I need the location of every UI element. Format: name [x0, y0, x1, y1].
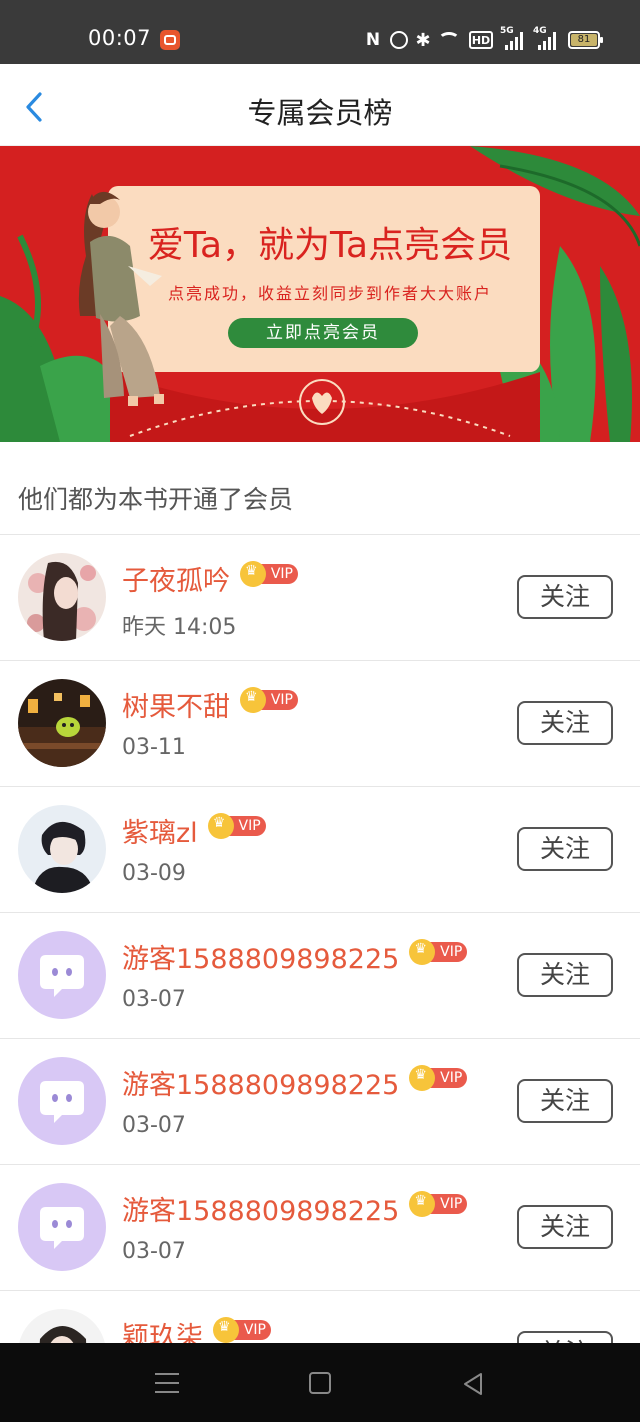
avatar[interactable]: [18, 1309, 106, 1343]
title-bar: 专属会员榜: [0, 64, 640, 146]
member-row[interactable]: 紫璃zl VIP 03-09 关注: [0, 787, 640, 913]
member-name[interactable]: 游客1588809898225 VIP: [122, 1063, 468, 1102]
follow-button[interactable]: 关注: [517, 575, 613, 619]
battery-level: 81: [571, 34, 597, 46]
crown-icon: [240, 686, 266, 713]
member-date: 昨天 14:05: [122, 615, 237, 640]
promo-banner[interactable]: 爱Ta，就为Ta点亮会员 点亮成功，收益立刻同步到作者大大账户 立即点亮会员: [0, 146, 640, 442]
vip-badge: VIP: [240, 560, 298, 587]
status-bar: 00:07 N ✱ HD 5G 4G 81: [0, 0, 640, 64]
follow-button[interactable]: 关注: [517, 953, 613, 997]
hd-icon: HD: [469, 31, 493, 49]
vip-badge: VIP: [213, 1316, 271, 1343]
default-chat-avatar-icon: [18, 931, 106, 1019]
member-date: 03-09: [122, 861, 186, 886]
activate-membership-button[interactable]: 立即点亮会员: [228, 318, 418, 348]
menu-icon[interactable]: [155, 1373, 179, 1393]
wifi-icon: [438, 32, 460, 48]
member-row[interactable]: 游客1588809898225 VIP 03-07 关注: [0, 913, 640, 1039]
signal-5g-icon: 5G: [500, 26, 526, 50]
girl-portrait-avatar-image: [18, 1309, 106, 1343]
member-date: 03-07: [122, 987, 186, 1012]
back-triangle-icon[interactable]: [461, 1371, 485, 1397]
avatar[interactable]: [18, 1183, 106, 1271]
member-date: 03-07: [122, 1239, 186, 1264]
member-date: 03-11: [122, 735, 186, 760]
member-row[interactable]: 游客1588809898225 VIP 03-07 关注: [0, 1165, 640, 1291]
avatar[interactable]: [18, 679, 106, 767]
vip-badge: VIP: [409, 938, 468, 965]
avatar[interactable]: [18, 805, 106, 893]
member-name[interactable]: 颖玖柒 VIP: [122, 1315, 271, 1343]
crown-icon: [409, 1064, 436, 1091]
crown-icon: [207, 812, 234, 839]
section-title: 他们都为本书开通了会员: [18, 485, 294, 514]
member-list[interactable]: 子夜孤吟 VIP 昨天 14:05 关注 树果不甜 VIP: [0, 535, 640, 1343]
crown-icon: [240, 560, 266, 587]
default-chat-avatar-icon: [18, 1183, 106, 1271]
vip-badge: VIP: [207, 812, 266, 839]
home-icon[interactable]: [309, 1372, 331, 1394]
flower-portrait-avatar-image: [18, 553, 106, 641]
follow-button[interactable]: 关注: [517, 1331, 613, 1343]
follow-button[interactable]: 关注: [517, 701, 613, 745]
night-scene-avatar-image: [18, 679, 106, 767]
member-name[interactable]: 树果不甜 VIP: [122, 685, 298, 724]
crown-icon: [409, 938, 436, 965]
page-title: 专属会员榜: [247, 96, 393, 130]
member-name[interactable]: 游客1588809898225 VIP: [122, 1189, 468, 1228]
member-name[interactable]: 紫璃zl VIP: [122, 811, 266, 850]
vip-badge: VIP: [409, 1190, 468, 1217]
member-name[interactable]: 游客1588809898225 VIP: [122, 937, 468, 976]
member-row[interactable]: 颖玖柒 VIP 关注: [0, 1291, 640, 1343]
boy-portrait-avatar-image: [18, 805, 106, 893]
member-row[interactable]: 子夜孤吟 VIP 昨天 14:05 关注: [0, 535, 640, 661]
crown-icon: [409, 1190, 436, 1217]
app-notification-icon: [160, 30, 180, 50]
member-date: 03-07: [122, 1113, 186, 1138]
banner-subtitle: 点亮成功，收益立刻同步到作者大大账户: [167, 284, 492, 303]
follow-button[interactable]: 关注: [517, 827, 613, 871]
default-chat-avatar-icon: [18, 1057, 106, 1145]
signal-4g-icon: 4G: [533, 26, 559, 50]
status-icons: N ✱ HD 5G 4G 81: [365, 26, 603, 52]
follow-button[interactable]: 关注: [517, 1205, 613, 1249]
member-row[interactable]: 树果不甜 VIP 03-11 关注: [0, 661, 640, 787]
member-row[interactable]: 游客1588809898225 VIP 03-07 关注: [0, 1039, 640, 1165]
nfc-icon: N: [365, 30, 381, 50]
avatar[interactable]: [18, 1057, 106, 1145]
system-nav-bar: [0, 1343, 640, 1422]
vip-badge: VIP: [409, 1064, 468, 1091]
follow-button[interactable]: 关注: [517, 1079, 613, 1123]
avatar[interactable]: [18, 931, 106, 1019]
member-name[interactable]: 子夜孤吟 VIP: [122, 559, 298, 598]
bluetooth-icon: ✱: [415, 29, 431, 51]
vip-badge: VIP: [240, 686, 298, 713]
battery-icon: 81: [568, 31, 603, 49]
banner-headline: 爱Ta，就为Ta点亮会员: [147, 225, 513, 266]
crown-icon: [213, 1316, 239, 1343]
status-time: 00:07: [88, 26, 152, 50]
alarm-icon: [390, 31, 408, 49]
avatar[interactable]: [18, 553, 106, 641]
